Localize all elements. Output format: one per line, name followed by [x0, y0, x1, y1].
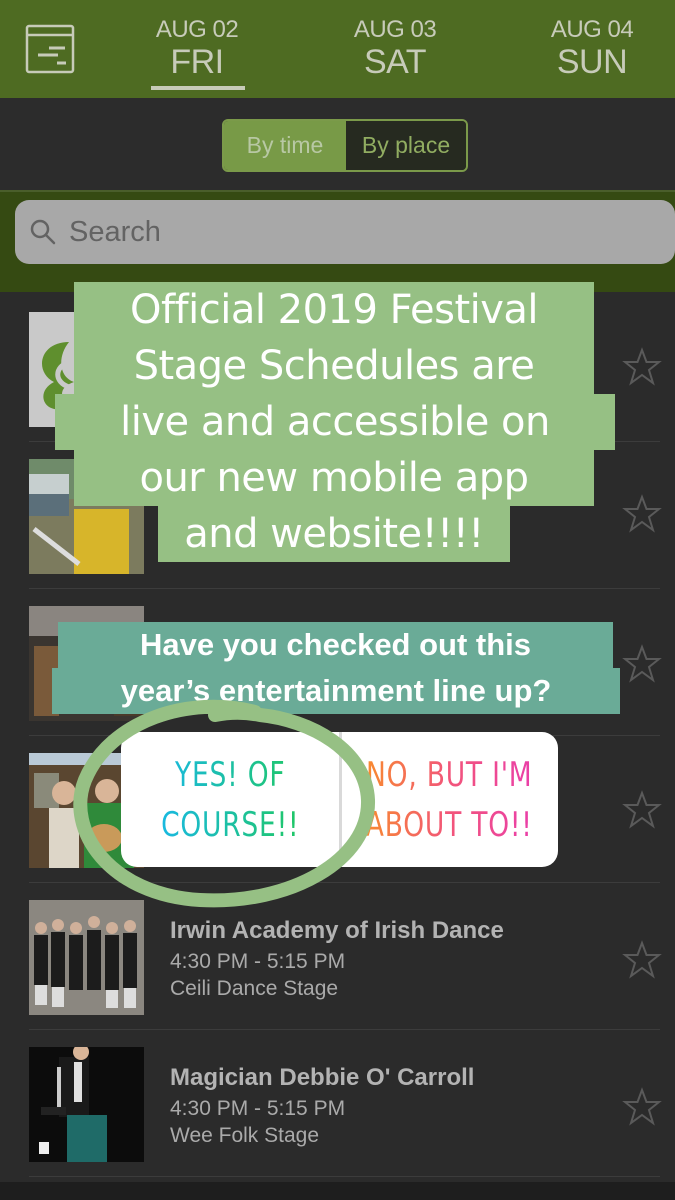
tab-date: AUG 02 [155, 16, 239, 43]
favorite-star-icon[interactable] [622, 1087, 662, 1127]
by-time-button[interactable]: By time [224, 121, 346, 170]
search-icon [30, 219, 56, 245]
favorite-star-icon[interactable] [622, 790, 662, 830]
favorite-star-icon[interactable] [622, 347, 662, 387]
poll-option-yes-text: YES! OF COURSE!! [161, 750, 299, 850]
event-stage: Ceili Dance Stage [170, 977, 339, 1000]
schedule-list-icon[interactable] [25, 24, 75, 74]
favorite-star-icon[interactable] [622, 644, 662, 684]
poll-no-line1: NO, BUT I'M [365, 754, 532, 795]
poll-option-no-text: NO, BUT I'M ABOUT TO!! [365, 750, 532, 850]
magician-thumbnail [29, 1047, 144, 1162]
poll-sticker: YES! OF COURSE!! NO, BUT I'M ABOUT TO!! [121, 732, 558, 867]
announcement-line: our new mobile app [74, 450, 594, 506]
event-time: 4:30 PM - 5:15 PM [170, 1097, 346, 1120]
favorite-star-icon[interactable] [622, 494, 662, 534]
event-row[interactable]: Irwin Academy of Irish Dance 4:30 PM - 5… [0, 883, 675, 1030]
poll-divider [339, 732, 342, 867]
search-placeholder: Search [69, 215, 161, 248]
irish-dancers-thumbnail [29, 900, 144, 1015]
selected-day-indicator [151, 86, 245, 90]
event-title: Magician Debbie O' Carroll [170, 1064, 475, 1091]
by-place-button[interactable]: By place [346, 121, 466, 170]
announcement-line: live and accessible on [55, 394, 615, 450]
tab-weekday: FRI [170, 43, 224, 81]
bottom-band [0, 1182, 675, 1200]
announcement-line: Official 2019 Festival [74, 282, 594, 338]
poll-yes-line2: COURSE!! [161, 804, 300, 845]
tab-weekday: SAT [363, 43, 427, 81]
tab-day-sat[interactable]: AUG 03 SAT [320, 16, 470, 80]
announcement-line: and website!!!! [158, 506, 510, 562]
tab-weekday: SUN [556, 43, 628, 81]
search-input[interactable]: Search [15, 200, 675, 264]
tab-date: AUG 04 [550, 16, 634, 43]
tab-date: AUG 03 [353, 16, 437, 43]
tab-day-sun[interactable]: AUG 04 SUN [517, 16, 667, 80]
event-time: 4:30 PM - 5:15 PM [170, 950, 346, 973]
favorite-star-icon[interactable] [622, 940, 662, 980]
question-line: Have you checked out this [58, 622, 613, 668]
poll-option-no[interactable]: NO, BUT I'M ABOUT TO!! [364, 732, 534, 867]
row-divider [29, 1176, 660, 1177]
poll-yes-line1: YES! OF [175, 754, 286, 795]
announcement-line: Stage Schedules are [74, 338, 594, 394]
date-header: AUG 02 FRI AUG 03 SAT AUG 04 SUN [0, 0, 675, 98]
question-line: year’s entertainment line up? [52, 668, 620, 714]
poll-no-line2: ABOUT TO!! [365, 804, 533, 845]
event-stage: Wee Folk Stage [170, 1124, 320, 1147]
event-title: Irwin Academy of Irish Dance [170, 917, 504, 944]
view-toggle: By time By place [222, 119, 468, 172]
poll-option-yes[interactable]: YES! OF COURSE!! [145, 732, 315, 867]
tab-day-fri[interactable]: AUG 02 FRI [122, 16, 272, 80]
event-row[interactable]: Magician Debbie O' Carroll 4:30 PM - 5:1… [0, 1030, 675, 1177]
